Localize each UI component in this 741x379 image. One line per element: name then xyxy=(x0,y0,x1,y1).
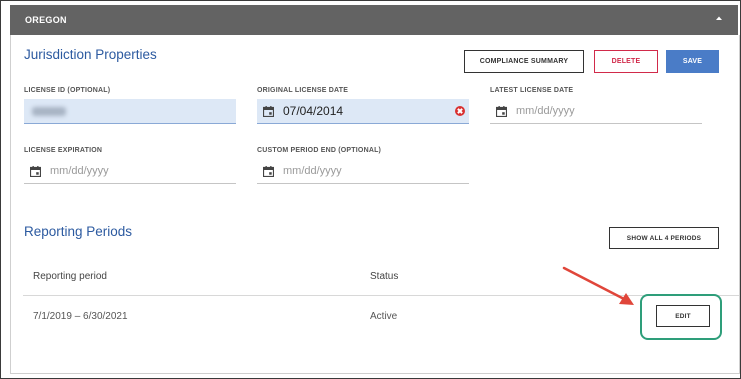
show-all-periods-button[interactable]: SHOW ALL 4 PERIODS xyxy=(609,227,719,249)
original-license-date-value: 07/04/2014 xyxy=(283,104,344,118)
delete-button[interactable]: DELETE xyxy=(594,50,658,73)
column-header-period: Reporting period xyxy=(33,271,107,282)
jurisdiction-properties-title: Jurisdiction Properties xyxy=(24,47,157,62)
red-arrow-icon xyxy=(562,266,634,305)
clear-icon[interactable] xyxy=(455,106,465,116)
reporting-periods-title: Reporting Periods xyxy=(24,224,133,239)
calendar-icon[interactable] xyxy=(263,166,274,177)
save-button[interactable]: SAVE xyxy=(666,50,719,73)
period-cell: 7/1/2019 – 6/30/2021 xyxy=(33,311,128,322)
redacted-license-id xyxy=(32,107,66,116)
calendar-icon[interactable] xyxy=(263,106,274,117)
status-cell: Active xyxy=(370,311,398,322)
jurisdiction-card: Jurisdiction Properties COMPLIANCE SUMMA… xyxy=(10,35,740,374)
compliance-summary-button[interactable]: COMPLIANCE SUMMARY xyxy=(464,50,584,73)
license-expiration-input[interactable]: mm/dd/yyyy xyxy=(24,159,236,184)
license-expiration-placeholder: mm/dd/yyyy xyxy=(50,165,109,177)
latest-license-date-input[interactable]: mm/dd/yyyy xyxy=(490,99,702,124)
original-license-date-label: ORIGINAL LICENSE DATE xyxy=(257,87,349,94)
original-license-date-input[interactable]: 07/04/2014 xyxy=(257,99,469,124)
column-header-status: Status xyxy=(370,271,399,282)
custom-period-end-placeholder: mm/dd/yyyy xyxy=(283,165,342,177)
license-id-label: LICENSE ID (OPTIONAL) xyxy=(24,87,111,94)
latest-license-date-label: LATEST LICENSE DATE xyxy=(490,87,574,94)
chevron-up-icon[interactable] xyxy=(714,13,724,23)
jurisdiction-name: OREGON xyxy=(25,15,67,25)
custom-period-end-label: CUSTOM PERIOD END (OPTIONAL) xyxy=(257,147,382,154)
license-expiration-label: LICENSE EXPIRATION xyxy=(24,147,103,154)
jurisdiction-header[interactable]: OREGON xyxy=(10,5,738,35)
license-id-input[interactable] xyxy=(24,99,236,124)
calendar-icon[interactable] xyxy=(496,106,507,117)
edit-highlight-annotation xyxy=(640,294,722,340)
latest-license-date-placeholder: mm/dd/yyyy xyxy=(516,105,575,117)
custom-period-end-input[interactable]: mm/dd/yyyy xyxy=(257,159,469,184)
calendar-icon[interactable] xyxy=(30,166,41,177)
